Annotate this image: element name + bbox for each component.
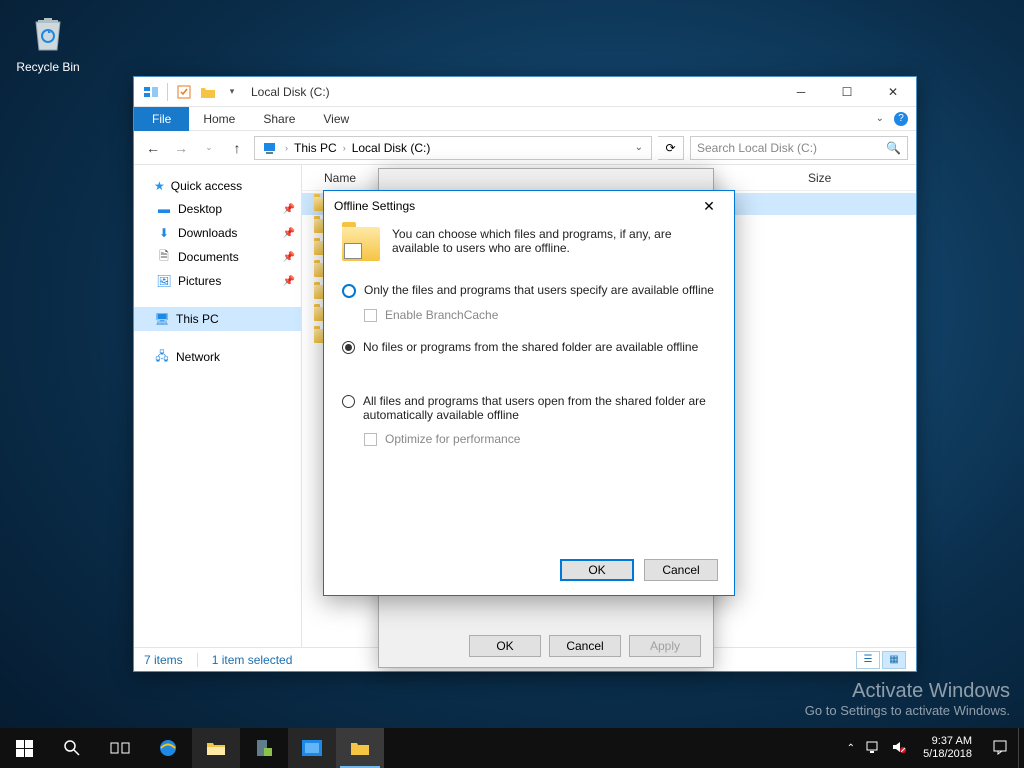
pin-icon: 📌	[283, 276, 295, 287]
taskbar: ⌃ 9:37 AM 5/18/2018	[0, 728, 1024, 768]
checkbox-icon	[364, 433, 377, 446]
ribbon-home[interactable]: Home	[189, 107, 249, 131]
activate-title: Activate Windows	[805, 680, 1010, 703]
search-button[interactable]	[48, 728, 96, 768]
props-ok-button[interactable]: OK	[469, 635, 541, 657]
nav-pictures[interactable]: 🖼Pictures📌	[134, 269, 301, 293]
breadcrumb-thispc[interactable]: This PC	[290, 141, 341, 155]
nav-desktop[interactable]: ▬Desktop📌	[134, 197, 301, 221]
qat-newfolder-icon[interactable]	[197, 81, 219, 103]
address-bar[interactable]: › This PC › Local Disk (C:) ⌄	[254, 136, 652, 160]
taskbar-clock[interactable]: 9:37 AM 5/18/2018	[913, 735, 982, 761]
window-title: Local Disk (C:)	[251, 85, 778, 99]
activate-watermark: Activate Windows Go to Settings to activ…	[805, 680, 1010, 718]
dialog-ok-button[interactable]: OK	[560, 559, 634, 581]
navbar: ← → ⌄ ↑ › This PC › Local Disk (C:) ⌄ ⟳ …	[134, 131, 916, 165]
forward-button[interactable]: →	[170, 137, 192, 159]
document-icon: 🗎	[156, 249, 172, 265]
col-size[interactable]: Size	[796, 171, 916, 185]
refresh-button[interactable]: ⟳	[658, 136, 684, 160]
titlebar[interactable]: ▾ Local Disk (C:) ─ ☐ ✕	[134, 77, 916, 107]
ribbon: File Home Share View ⌄ ?	[134, 107, 916, 131]
radio-icon	[342, 395, 355, 408]
option-optimize: Optimize for performance	[364, 432, 716, 446]
dialog-intro-text: You can choose which files and programs,…	[392, 227, 716, 255]
search-icon: 🔍	[886, 141, 901, 155]
ribbon-share[interactable]: Share	[249, 107, 309, 131]
breadcrumb-localdisk[interactable]: Local Disk (C:)	[348, 141, 435, 155]
nav-quick-access[interactable]: ★ Quick access	[134, 175, 301, 197]
dialog-title: Offline Settings	[334, 199, 415, 213]
taskbar-app[interactable]	[288, 728, 336, 768]
minimize-button[interactable]: ─	[778, 77, 824, 107]
props-cancel-button[interactable]: Cancel	[549, 635, 621, 657]
back-button[interactable]: ←	[142, 137, 164, 159]
tray-network-icon[interactable]	[865, 740, 881, 757]
network-icon: 🖧	[154, 349, 170, 365]
taskview-button[interactable]	[96, 728, 144, 768]
status-selected-count: 1 item selected	[212, 653, 293, 667]
status-item-count: 7 items	[144, 653, 183, 667]
recycle-bin-label: Recycle Bin	[10, 60, 86, 74]
tray-up-icon[interactable]: ⌃	[847, 743, 855, 754]
checkbox-icon	[364, 309, 377, 322]
view-icons-button[interactable]: ▦	[882, 651, 906, 669]
props-apply-button[interactable]: Apply	[629, 635, 701, 657]
radio-icon	[342, 341, 355, 354]
taskbar-ie[interactable]	[144, 728, 192, 768]
close-button[interactable]: ✕	[870, 77, 916, 107]
qat-dropdown-icon[interactable]: ▾	[221, 81, 243, 103]
nav-downloads[interactable]: ⬇Downloads📌	[134, 221, 301, 245]
addr-dropdown-icon[interactable]: ⌄	[631, 142, 647, 153]
desktop-icon: ▬	[156, 201, 172, 217]
taskbar-server-manager[interactable]	[240, 728, 288, 768]
chevron-right-icon[interactable]: ›	[343, 143, 346, 153]
option-all[interactable]: All files and programs that users open f…	[342, 394, 716, 422]
pin-icon: 📌	[283, 228, 295, 239]
app-icon	[140, 81, 162, 103]
option-branchcache: Enable BranchCache	[364, 308, 716, 322]
start-button[interactable]	[0, 728, 48, 768]
search-placeholder: Search Local Disk (C:)	[697, 141, 817, 155]
maximize-button[interactable]: ☐	[824, 77, 870, 107]
activate-subtitle: Go to Settings to activate Windows.	[805, 703, 1010, 718]
ribbon-expand-icon[interactable]: ⌄	[876, 113, 884, 124]
recycle-bin-icon	[24, 8, 72, 56]
pin-icon: 📌	[283, 204, 295, 215]
nav-documents[interactable]: 🗎Documents📌	[134, 245, 301, 269]
recent-dropdown[interactable]: ⌄	[198, 137, 220, 159]
star-icon: ★	[154, 179, 165, 193]
show-desktop-button[interactable]	[1018, 728, 1024, 768]
qat-properties-icon[interactable]	[173, 81, 195, 103]
chevron-right-icon[interactable]: ›	[285, 143, 288, 153]
nav-pane: ★ Quick access ▬Desktop📌 ⬇Downloads📌 🗎Do…	[134, 165, 302, 647]
action-center-icon[interactable]	[982, 739, 1018, 758]
option-specify[interactable]: Only the files and programs that users s…	[342, 283, 716, 298]
recycle-bin[interactable]: Recycle Bin	[10, 8, 86, 74]
view-details-button[interactable]: ☰	[856, 651, 880, 669]
taskbar-explorer-active[interactable]	[336, 728, 384, 768]
offline-settings-dialog: Offline Settings ✕ You can choose which …	[323, 190, 735, 596]
nav-network[interactable]: 🖧Network	[134, 345, 301, 369]
download-icon: ⬇	[156, 225, 172, 241]
help-icon[interactable]: ?	[894, 112, 908, 126]
option-none[interactable]: No files or programs from the shared fol…	[342, 340, 716, 354]
taskbar-explorer[interactable]	[192, 728, 240, 768]
folder-share-icon	[342, 227, 380, 261]
pictures-icon: 🖼	[156, 273, 172, 289]
dialog-close-button[interactable]: ✕	[694, 191, 724, 221]
addr-pc-icon	[259, 141, 283, 155]
dialog-cancel-button[interactable]: Cancel	[644, 559, 718, 581]
nav-thispc[interactable]: 🖥This PC	[134, 307, 301, 331]
ribbon-file[interactable]: File	[134, 107, 189, 131]
search-input[interactable]: Search Local Disk (C:) 🔍	[690, 136, 908, 160]
tray-volume-icon[interactable]	[891, 740, 907, 757]
pin-icon: 📌	[283, 252, 295, 263]
up-button[interactable]: ↑	[226, 137, 248, 159]
pc-icon: 🖥	[154, 311, 170, 327]
ribbon-view[interactable]: View	[309, 107, 363, 131]
radio-icon	[342, 284, 356, 298]
